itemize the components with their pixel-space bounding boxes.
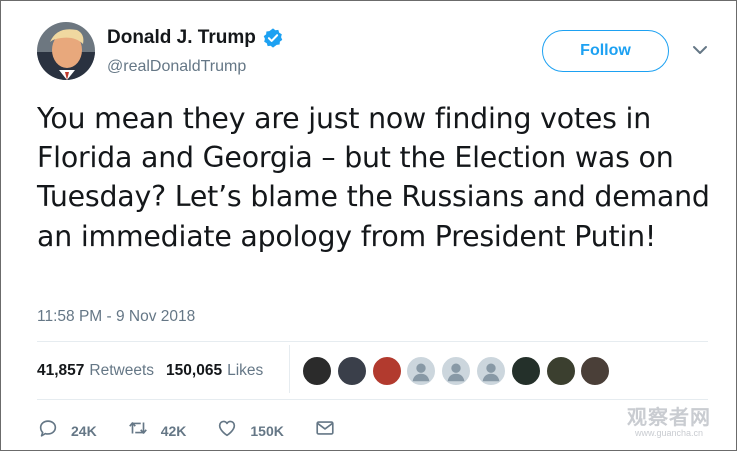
- watermark-url: www.guancha.cn: [634, 428, 704, 438]
- author-avatar[interactable]: [37, 22, 95, 80]
- liker-avatars: [302, 356, 615, 386]
- retweet-button[interactable]: 42K: [127, 417, 187, 444]
- liker-avatar-3[interactable]: [371, 356, 402, 386]
- direct-message-button[interactable]: [314, 417, 336, 444]
- liker-avatar-4[interactable]: [406, 356, 437, 386]
- likes-count: 150,065: [166, 362, 223, 379]
- author-display-name[interactable]: Donald J. Trump: [107, 27, 256, 49]
- reply-icon: [37, 417, 59, 444]
- likes-label: Likes: [227, 362, 264, 379]
- reply-button[interactable]: 24K: [37, 417, 97, 444]
- liker-avatar-1[interactable]: [302, 356, 332, 386]
- verified-badge-icon: [262, 27, 284, 49]
- retweets-count: 41,857: [37, 362, 85, 379]
- retweets-label: Retweets: [89, 362, 155, 379]
- liker-avatar-7[interactable]: [510, 356, 541, 386]
- like-count: 150K: [250, 422, 284, 439]
- chevron-down-icon[interactable]: [691, 43, 709, 57]
- tweet-timestamp[interactable]: 11:58 PM - 9 Nov 2018: [37, 308, 195, 326]
- retweet-count: 42K: [160, 422, 187, 439]
- divider-top: [37, 341, 708, 342]
- liker-avatar-8[interactable]: [545, 356, 576, 386]
- liker-avatar-2[interactable]: [336, 356, 367, 386]
- tweet-card: Donald J. Trump @realDonaldTrump Follow …: [0, 0, 737, 451]
- reply-count: 24K: [71, 422, 97, 439]
- author-name-row: Donald J. Trump: [107, 27, 284, 49]
- retweet-icon: [127, 417, 149, 444]
- liker-avatar-5[interactable]: [441, 356, 472, 386]
- message-icon: [314, 417, 336, 444]
- retweets-stat[interactable]: 41,857 Retweets: [37, 362, 154, 380]
- liker-avatar-6[interactable]: [475, 356, 506, 386]
- like-button[interactable]: 150K: [216, 417, 284, 444]
- divider-bottom: [37, 399, 708, 400]
- tweet-stats: 41,857 Retweets 150,065 Likes: [37, 362, 263, 380]
- tweet-text: You mean they are just now finding votes…: [37, 102, 710, 253]
- watermark-logo: 观察者网 www.guancha.cn: [627, 401, 711, 438]
- liker-avatar-9[interactable]: [580, 356, 611, 386]
- heart-icon: [216, 417, 238, 444]
- tweet-actions: 24K 42K 150K: [37, 417, 366, 444]
- author-handle[interactable]: @realDonaldTrump: [107, 58, 246, 76]
- likes-stat[interactable]: 150,065 Likes: [166, 362, 263, 380]
- stats-separator: [289, 345, 290, 393]
- watermark-text: 观察者网: [627, 405, 711, 429]
- follow-button[interactable]: Follow: [542, 30, 669, 72]
